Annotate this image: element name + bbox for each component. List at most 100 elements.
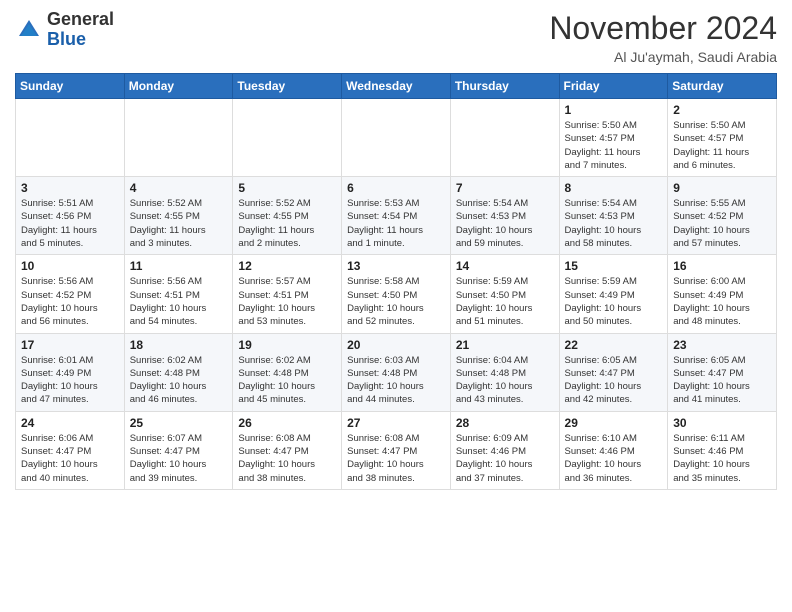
day-detail: Sunrise: 6:05 AM Sunset: 4:47 PM Dayligh… xyxy=(673,354,771,407)
day-detail: Sunrise: 6:04 AM Sunset: 4:48 PM Dayligh… xyxy=(456,354,554,407)
calendar-week-row: 17 Sunrise: 6:01 AM Sunset: 4:49 PM Dayli… xyxy=(16,333,777,411)
day-detail: Sunrise: 5:52 AM Sunset: 4:55 PM Dayligh… xyxy=(238,197,336,250)
day-number: 8 xyxy=(565,181,663,195)
day-detail: Sunrise: 6:08 AM Sunset: 4:47 PM Dayligh… xyxy=(238,432,336,485)
day-detail: Sunrise: 6:01 AM Sunset: 4:49 PM Dayligh… xyxy=(21,354,119,407)
day-detail: Sunrise: 5:50 AM Sunset: 4:57 PM Dayligh… xyxy=(673,119,771,172)
calendar-cell: 26 Sunrise: 6:08 AM Sunset: 4:47 PM Dayli… xyxy=(233,411,342,489)
weekday-header: Sunday xyxy=(16,74,125,99)
day-number: 16 xyxy=(673,259,771,273)
calendar-cell xyxy=(16,99,125,177)
day-number: 7 xyxy=(456,181,554,195)
day-number: 3 xyxy=(21,181,119,195)
calendar-cell: 15 Sunrise: 5:59 AM Sunset: 4:49 PM Dayli… xyxy=(559,255,668,333)
day-detail: Sunrise: 5:59 AM Sunset: 4:49 PM Dayligh… xyxy=(565,275,663,328)
title-block: November 2024 Al Ju'aymah, Saudi Arabia xyxy=(549,10,777,65)
day-detail: Sunrise: 5:58 AM Sunset: 4:50 PM Dayligh… xyxy=(347,275,445,328)
day-detail: Sunrise: 6:10 AM Sunset: 4:46 PM Dayligh… xyxy=(565,432,663,485)
day-number: 22 xyxy=(565,338,663,352)
calendar-cell xyxy=(342,99,451,177)
calendar-week-row: 10Sunrise: 5:56 AM Sunset: 4:52 PM Dayli… xyxy=(16,255,777,333)
day-number: 10 xyxy=(21,259,119,273)
day-detail: Sunrise: 6:09 AM Sunset: 4:46 PM Dayligh… xyxy=(456,432,554,485)
day-number: 30 xyxy=(673,416,771,430)
day-detail: Sunrise: 5:55 AM Sunset: 4:52 PM Dayligh… xyxy=(673,197,771,250)
day-detail: Sunrise: 5:54 AM Sunset: 4:53 PM Dayligh… xyxy=(565,197,663,250)
day-number: 14 xyxy=(456,259,554,273)
calendar-header-row: SundayMondayTuesdayWednesdayThursdayFrid… xyxy=(16,74,777,99)
day-detail: Sunrise: 6:02 AM Sunset: 4:48 PM Dayligh… xyxy=(238,354,336,407)
weekday-header: Tuesday xyxy=(233,74,342,99)
day-number: 23 xyxy=(673,338,771,352)
day-number: 12 xyxy=(238,259,336,273)
page: General Blue November 2024 Al Ju'aymah, … xyxy=(0,0,792,612)
calendar-cell: 23 Sunrise: 6:05 AM Sunset: 4:47 PM Dayli… xyxy=(668,333,777,411)
day-detail: Sunrise: 5:52 AM Sunset: 4:55 PM Dayligh… xyxy=(130,197,228,250)
location: Al Ju'aymah, Saudi Arabia xyxy=(549,49,777,65)
day-number: 17 xyxy=(21,338,119,352)
calendar-cell: 17 Sunrise: 6:01 AM Sunset: 4:49 PM Dayli… xyxy=(16,333,125,411)
month-title: November 2024 xyxy=(549,10,777,47)
calendar-cell: 21 Sunrise: 6:04 AM Sunset: 4:48 PM Dayli… xyxy=(450,333,559,411)
calendar-cell: 6 Sunrise: 5:53 AM Sunset: 4:54 PM Daylig… xyxy=(342,177,451,255)
day-number: 19 xyxy=(238,338,336,352)
day-number: 9 xyxy=(673,181,771,195)
calendar-cell: 29 Sunrise: 6:10 AM Sunset: 4:46 PM Dayli… xyxy=(559,411,668,489)
day-detail: Sunrise: 6:00 AM Sunset: 4:49 PM Dayligh… xyxy=(673,275,771,328)
day-number: 21 xyxy=(456,338,554,352)
calendar-cell: 2 Sunrise: 5:50 AM Sunset: 4:57 PM Daylig… xyxy=(668,99,777,177)
day-number: 25 xyxy=(130,416,228,430)
calendar-cell: 9 Sunrise: 5:55 AM Sunset: 4:52 PM Daylig… xyxy=(668,177,777,255)
day-number: 18 xyxy=(130,338,228,352)
day-number: 24 xyxy=(21,416,119,430)
day-number: 20 xyxy=(347,338,445,352)
weekday-header: Thursday xyxy=(450,74,559,99)
day-detail: Sunrise: 6:03 AM Sunset: 4:48 PM Dayligh… xyxy=(347,354,445,407)
calendar-cell: 16 Sunrise: 6:00 AM Sunset: 4:49 PM Dayli… xyxy=(668,255,777,333)
header: General Blue November 2024 Al Ju'aymah, … xyxy=(15,10,777,65)
day-detail: Sunrise: 5:56 AM Sunset: 4:51 PM Dayligh… xyxy=(130,275,228,328)
logo-general-text: General xyxy=(47,9,114,29)
calendar-week-row: 1 Sunrise: 5:50 AM Sunset: 4:57 PM Daylig… xyxy=(16,99,777,177)
day-number: 5 xyxy=(238,181,336,195)
day-number: 2 xyxy=(673,103,771,117)
day-number: 1 xyxy=(565,103,663,117)
day-detail: Sunrise: 6:07 AM Sunset: 4:47 PM Dayligh… xyxy=(130,432,228,485)
day-detail: Sunrise: 6:08 AM Sunset: 4:47 PM Dayligh… xyxy=(347,432,445,485)
calendar-cell: 22Sunrise: 6:05 AM Sunset: 4:47 PM Dayli… xyxy=(559,333,668,411)
weekday-header: Wednesday xyxy=(342,74,451,99)
day-number: 13 xyxy=(347,259,445,273)
calendar-week-row: 24Sunrise: 6:06 AM Sunset: 4:47 PM Dayli… xyxy=(16,411,777,489)
day-number: 15 xyxy=(565,259,663,273)
day-detail: Sunrise: 5:57 AM Sunset: 4:51 PM Dayligh… xyxy=(238,275,336,328)
logo-icon xyxy=(15,16,43,44)
day-number: 29 xyxy=(565,416,663,430)
calendar-cell: 10Sunrise: 5:56 AM Sunset: 4:52 PM Dayli… xyxy=(16,255,125,333)
calendar-cell xyxy=(450,99,559,177)
calendar-table: SundayMondayTuesdayWednesdayThursdayFrid… xyxy=(15,73,777,490)
calendar-cell: 30 Sunrise: 6:11 AM Sunset: 4:46 PM Dayli… xyxy=(668,411,777,489)
day-detail: Sunrise: 6:11 AM Sunset: 4:46 PM Dayligh… xyxy=(673,432,771,485)
calendar-week-row: 3 Sunrise: 5:51 AM Sunset: 4:56 PM Daylig… xyxy=(16,177,777,255)
day-detail: Sunrise: 6:02 AM Sunset: 4:48 PM Dayligh… xyxy=(130,354,228,407)
day-number: 26 xyxy=(238,416,336,430)
calendar-cell: 19 Sunrise: 6:02 AM Sunset: 4:48 PM Dayli… xyxy=(233,333,342,411)
logo-blue-text: Blue xyxy=(47,29,86,49)
day-number: 27 xyxy=(347,416,445,430)
calendar-cell: 14 Sunrise: 5:59 AM Sunset: 4:50 PM Dayli… xyxy=(450,255,559,333)
calendar-cell: 3 Sunrise: 5:51 AM Sunset: 4:56 PM Daylig… xyxy=(16,177,125,255)
calendar-cell: 24Sunrise: 6:06 AM Sunset: 4:47 PM Dayli… xyxy=(16,411,125,489)
calendar-cell: 27 Sunrise: 6:08 AM Sunset: 4:47 PM Dayli… xyxy=(342,411,451,489)
day-number: 11 xyxy=(130,259,228,273)
calendar-cell: 1Sunrise: 5:50 AM Sunset: 4:57 PM Daylig… xyxy=(559,99,668,177)
calendar-cell: 25 Sunrise: 6:07 AM Sunset: 4:47 PM Dayli… xyxy=(124,411,233,489)
calendar-cell: 11 Sunrise: 5:56 AM Sunset: 4:51 PM Dayli… xyxy=(124,255,233,333)
weekday-header: Saturday xyxy=(668,74,777,99)
day-number: 6 xyxy=(347,181,445,195)
day-detail: Sunrise: 5:53 AM Sunset: 4:54 PM Dayligh… xyxy=(347,197,445,250)
weekday-header: Monday xyxy=(124,74,233,99)
day-detail: Sunrise: 5:51 AM Sunset: 4:56 PM Dayligh… xyxy=(21,197,119,250)
day-detail: Sunrise: 5:59 AM Sunset: 4:50 PM Dayligh… xyxy=(456,275,554,328)
day-number: 28 xyxy=(456,416,554,430)
calendar-cell: 20 Sunrise: 6:03 AM Sunset: 4:48 PM Dayli… xyxy=(342,333,451,411)
